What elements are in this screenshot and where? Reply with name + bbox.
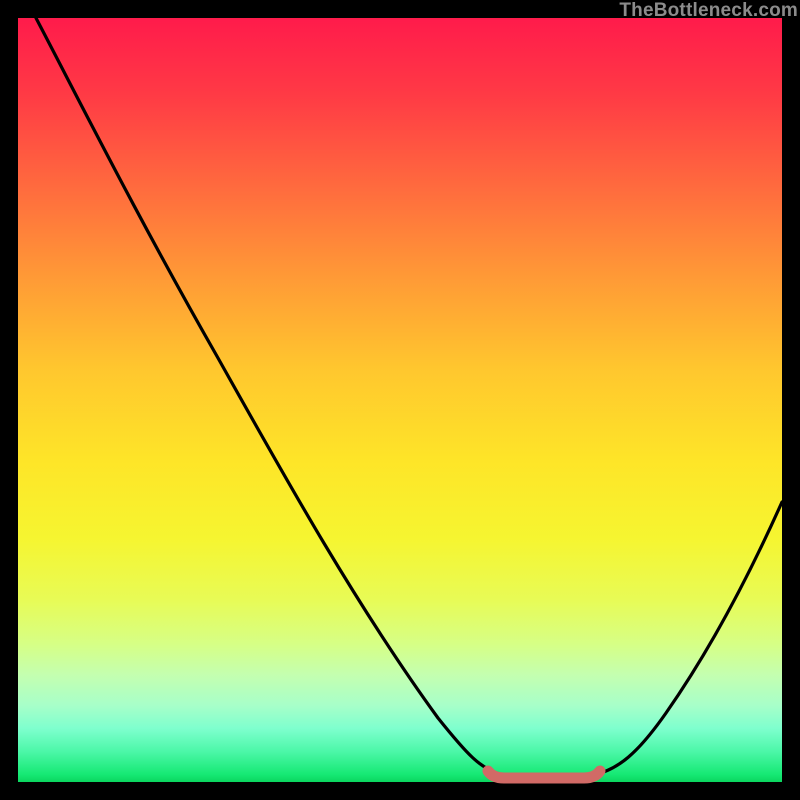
plot-area [18,18,782,782]
curve-svg [18,18,782,782]
chart-stage: TheBottleneck.com [0,0,800,800]
valley-marker [488,771,600,778]
bottleneck-curve-path [36,18,782,775]
